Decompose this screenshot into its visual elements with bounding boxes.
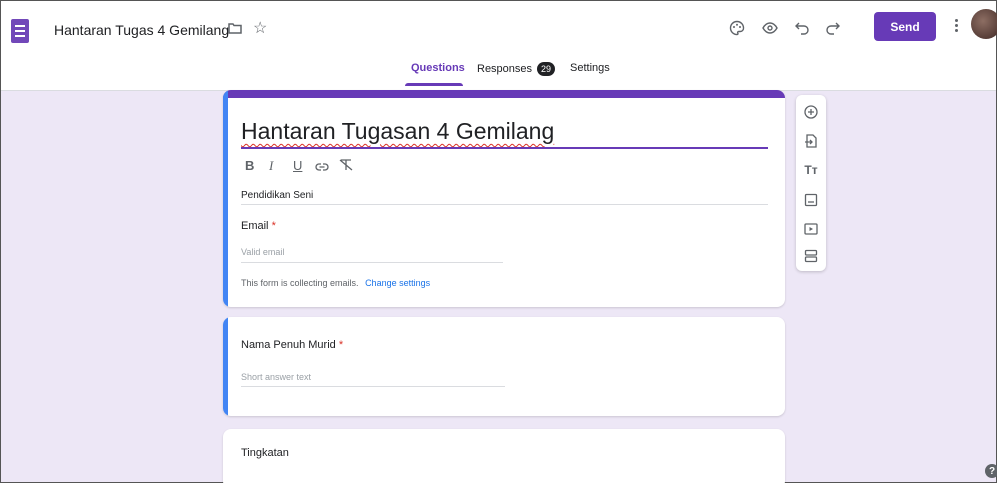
link-icon[interactable] <box>315 160 329 175</box>
bold-button[interactable]: B <box>245 158 254 173</box>
send-button[interactable]: Send <box>874 12 936 41</box>
email-label-text: Email <box>241 220 269 232</box>
question-title[interactable]: Tingkatan <box>241 447 289 459</box>
active-indicator <box>223 90 228 307</box>
add-question-icon[interactable] <box>801 102 821 122</box>
add-image-icon[interactable] <box>801 190 821 210</box>
preview-eye-icon[interactable] <box>759 17 781 39</box>
clear-format-icon[interactable] <box>339 159 353 174</box>
undo-icon[interactable] <box>791 17 813 39</box>
avatar[interactable] <box>971 9 997 39</box>
short-answer-input: Short answer text <box>241 372 312 382</box>
form-tabs: Questions Responses 29 Settings <box>1 57 996 91</box>
title-underline <box>241 147 768 149</box>
folder-icon[interactable] <box>228 21 242 39</box>
tab-settings[interactable]: Settings <box>570 62 610 74</box>
add-section-icon[interactable] <box>801 246 821 266</box>
question-title-text: Nama Penuh Murid <box>241 339 336 351</box>
forms-logo-icon[interactable] <box>11 19 29 43</box>
add-title-icon[interactable]: Tт <box>801 160 821 180</box>
tab-questions-label: Questions <box>411 62 465 74</box>
required-asterisk: * <box>271 220 276 232</box>
italic-button[interactable]: I <box>269 158 273 174</box>
question-title[interactable]: Nama Penuh Murid * <box>241 339 343 351</box>
required-asterisk: * <box>338 339 344 351</box>
email-input[interactable]: Valid email <box>241 247 284 257</box>
star-icon[interactable]: ☆ <box>253 18 267 38</box>
top-app-bar: Hantaran Tugas 4 Gemilang ☆ Send Questio… <box>1 1 997 91</box>
form-header-card[interactable]: Hantaran Tugasan 4 Gemilang B I U Pendid… <box>223 90 785 307</box>
question-card[interactable]: Tingkatan <box>223 429 785 483</box>
form-title[interactable]: Hantaran Tugasan 4 Gemilang <box>241 118 554 145</box>
description-underline <box>241 204 768 205</box>
underline-button[interactable]: U <box>293 158 302 173</box>
tab-questions[interactable]: Questions <box>411 62 465 74</box>
accent-bar <box>223 90 785 98</box>
change-settings-link[interactable]: Change settings <box>365 278 430 288</box>
collecting-emails-notice: This form is collecting emails. Change s… <box>241 278 430 288</box>
form-description[interactable]: Pendidikan Seni <box>241 190 313 201</box>
active-tab-indicator <box>405 83 463 86</box>
tab-responses[interactable]: Responses 29 <box>477 62 556 76</box>
import-questions-icon[interactable] <box>801 131 821 151</box>
help-icon[interactable]: ? <box>985 464 997 478</box>
document-title[interactable]: Hantaran Tugas 4 Gemilang <box>54 22 229 38</box>
redo-icon[interactable] <box>822 17 844 39</box>
short-answer-line <box>241 386 505 387</box>
add-video-icon[interactable] <box>801 219 821 239</box>
email-label: Email * <box>241 220 276 232</box>
tab-responses-label: Responses <box>477 63 533 75</box>
palette-icon[interactable] <box>726 17 748 39</box>
active-indicator <box>223 317 228 416</box>
question-card[interactable]: Nama Penuh Murid * Short answer text <box>223 317 785 416</box>
question-toolbar: Tт <box>796 95 826 271</box>
more-options-icon[interactable] <box>953 17 959 35</box>
tab-settings-label: Settings <box>570 62 610 74</box>
email-input-line <box>241 262 503 263</box>
collecting-emails-text: This form is collecting emails. <box>241 278 359 288</box>
responses-count-badge: 29 <box>537 62 556 76</box>
